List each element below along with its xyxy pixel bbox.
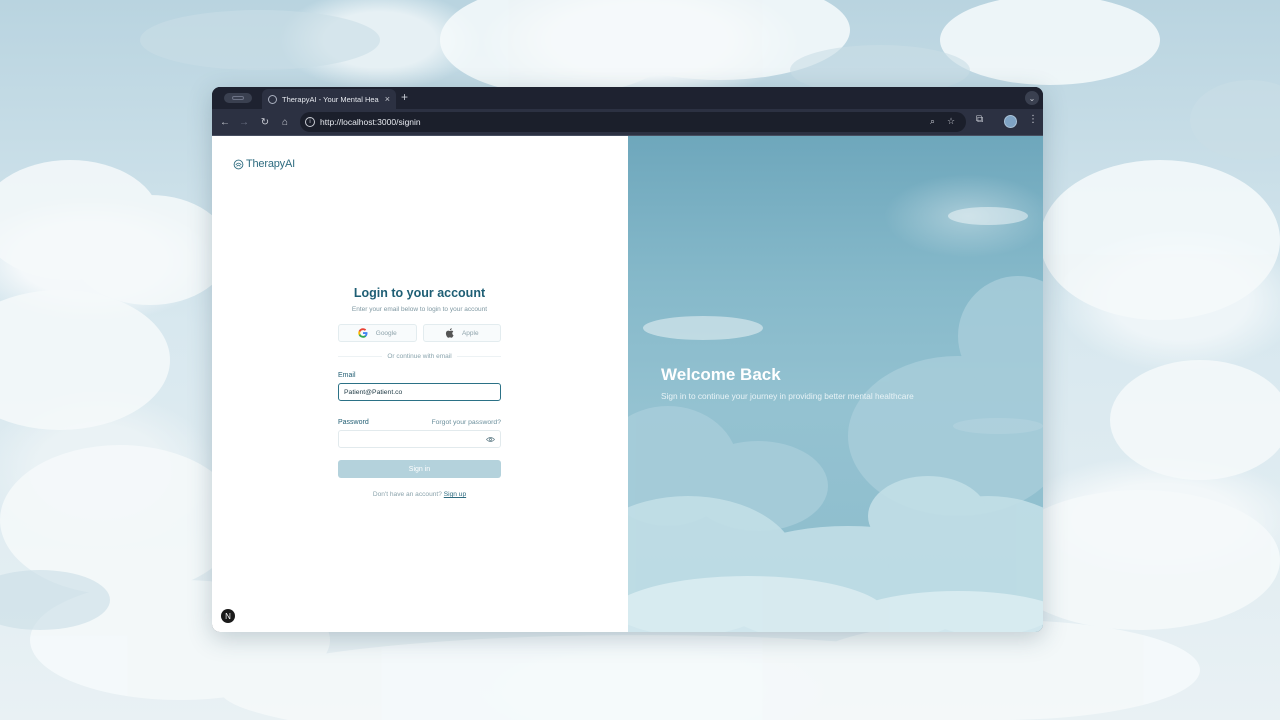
- apple-label: Apple: [461, 329, 479, 337]
- url-text[interactable]: http://localhost:3000/signin: [320, 117, 421, 127]
- signup-prompt: Don't have an account?: [372, 491, 442, 498]
- forgot-password-link[interactable]: Forgot your password?: [431, 419, 501, 426]
- apple-icon: [445, 328, 454, 338]
- profile-avatar[interactable]: [1004, 115, 1017, 128]
- page-subtitle: Enter your email below to login to your …: [351, 306, 488, 313]
- or-divider: Or continue with email: [338, 352, 501, 360]
- bookmark-star-icon[interactable]: ☆: [947, 116, 955, 127]
- page-title: Login to your account: [353, 286, 486, 300]
- browser-window: TherapyAI - Your Mental Hea × + ⌄ ← → ↻ …: [212, 87, 1043, 632]
- apple-login-button[interactable]: Apple: [422, 324, 501, 342]
- tab-therapyai[interactable]: TherapyAI - Your Mental Hea ×: [262, 89, 396, 109]
- back-arrow-icon[interactable]: ←: [218, 115, 232, 129]
- reload-icon[interactable]: ↻: [258, 115, 272, 129]
- signup-row: Don't have an account? Sign up: [338, 491, 501, 498]
- welcome-title: Welcome Back: [661, 365, 781, 384]
- google-label: Google: [375, 329, 397, 337]
- google-login-button[interactable]: Google: [338, 324, 417, 342]
- browser-toolbar: ← → ↻ ⌂ i http://localhost:3000/signin ⌕…: [212, 109, 1043, 135]
- hero-pane: Welcome Back Sign in to continue your jo…: [628, 136, 1043, 632]
- home-icon[interactable]: ⌂: [278, 115, 292, 129]
- tab-group-pill[interactable]: [224, 93, 252, 103]
- signup-link[interactable]: Sign up: [444, 491, 466, 498]
- tab-bar: TherapyAI - Your Mental Hea × + ⌄: [212, 87, 1043, 109]
- logo[interactable]: TherapyAI: [233, 158, 295, 170]
- social-login-row: Google Apple: [338, 324, 501, 342]
- tab-title: TherapyAI - Your Mental Hea: [282, 94, 379, 104]
- welcome-block: Welcome Back Sign in to continue your jo…: [661, 365, 914, 401]
- google-icon: [358, 328, 368, 338]
- page-viewport: TherapyAI Login to your account Enter yo…: [212, 136, 1043, 632]
- kebab-menu-icon[interactable]: ⋮: [1028, 114, 1038, 125]
- forward-arrow-icon[interactable]: →: [237, 115, 251, 129]
- login-form: Login to your account Enter your email b…: [338, 286, 501, 498]
- site-info-icon[interactable]: i: [305, 117, 315, 127]
- zoom-icon[interactable]: ⌕: [930, 116, 935, 127]
- password-label-row: Password Forgot your password?: [338, 419, 501, 426]
- email-field[interactable]: Patient@Patient.co: [338, 383, 501, 401]
- logo-text: TherapyAI: [246, 158, 295, 170]
- sign-in-button[interactable]: Sign in: [338, 460, 501, 478]
- globe-icon: [268, 94, 277, 104]
- welcome-subtitle: Sign in to continue your journey in prov…: [661, 391, 914, 401]
- login-pane: TherapyAI Login to your account Enter yo…: [212, 136, 628, 632]
- logo-icon: [233, 159, 244, 169]
- password-label: Password: [338, 419, 369, 426]
- divider-text: Or continue with email: [382, 352, 457, 360]
- password-field[interactable]: [338, 430, 501, 448]
- tab-search-button[interactable]: ⌄: [1025, 91, 1039, 105]
- extensions-icon[interactable]: ⧉: [976, 114, 983, 125]
- dev-tools-badge[interactable]: N: [221, 609, 235, 623]
- close-icon[interactable]: ×: [385, 94, 390, 104]
- address-bar[interactable]: i http://localhost:3000/signin ⌕ ☆: [300, 112, 966, 132]
- email-label: Email: [338, 372, 356, 379]
- eye-icon[interactable]: [486, 436, 495, 443]
- new-tab-button[interactable]: +: [401, 91, 408, 103]
